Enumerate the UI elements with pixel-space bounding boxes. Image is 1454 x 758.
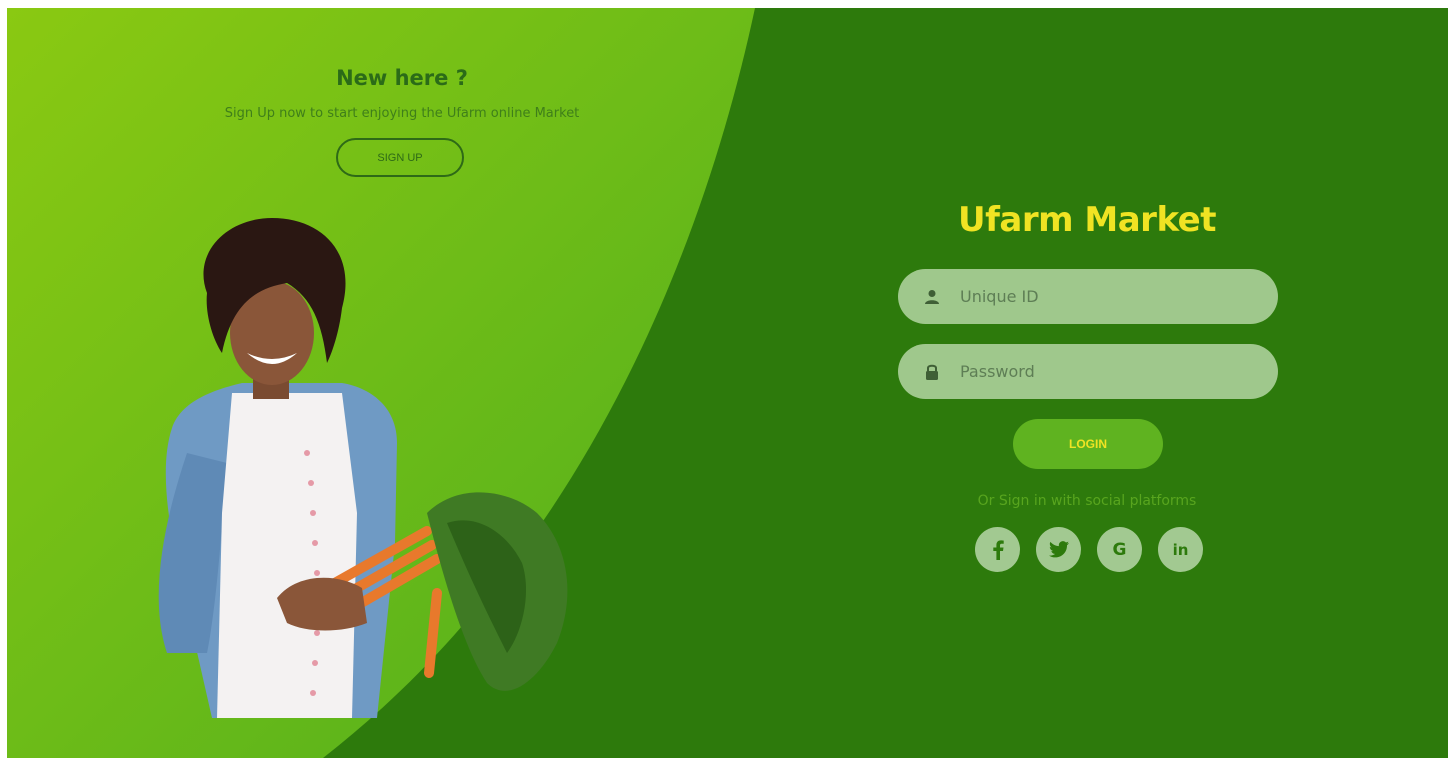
linkedin-icon[interactable]: in bbox=[1158, 527, 1203, 572]
social-buttons: G in bbox=[975, 527, 1203, 572]
new-here-heading: New here ? bbox=[336, 66, 468, 90]
lock-icon bbox=[924, 363, 940, 381]
user-icon bbox=[924, 288, 940, 306]
brand-title: Ufarm Market bbox=[958, 200, 1216, 240]
login-page: New here ? Sign Up now to start enjoying… bbox=[7, 8, 1448, 758]
unique-id-field[interactable] bbox=[898, 269, 1278, 324]
signup-subtext: Sign Up now to start enjoying the Ufarm … bbox=[224, 106, 580, 121]
social-signin-text: Or Sign in with social platforms bbox=[977, 493, 1197, 509]
twitter-icon[interactable] bbox=[1036, 527, 1081, 572]
farmer-with-carrots-image bbox=[158, 218, 568, 718]
google-glyph: G bbox=[1112, 539, 1127, 560]
facebook-icon[interactable] bbox=[975, 527, 1020, 572]
unique-id-input[interactable] bbox=[958, 286, 1262, 307]
login-button[interactable]: LOGIN bbox=[1013, 419, 1163, 469]
password-input[interactable] bbox=[958, 361, 1262, 382]
google-icon[interactable]: G bbox=[1097, 527, 1142, 572]
password-field[interactable] bbox=[898, 344, 1278, 399]
signup-button[interactable]: SIGN UP bbox=[336, 138, 464, 177]
linkedin-glyph: in bbox=[1172, 540, 1189, 559]
signup-panel: New here ? Sign Up now to start enjoying… bbox=[7, 8, 797, 758]
